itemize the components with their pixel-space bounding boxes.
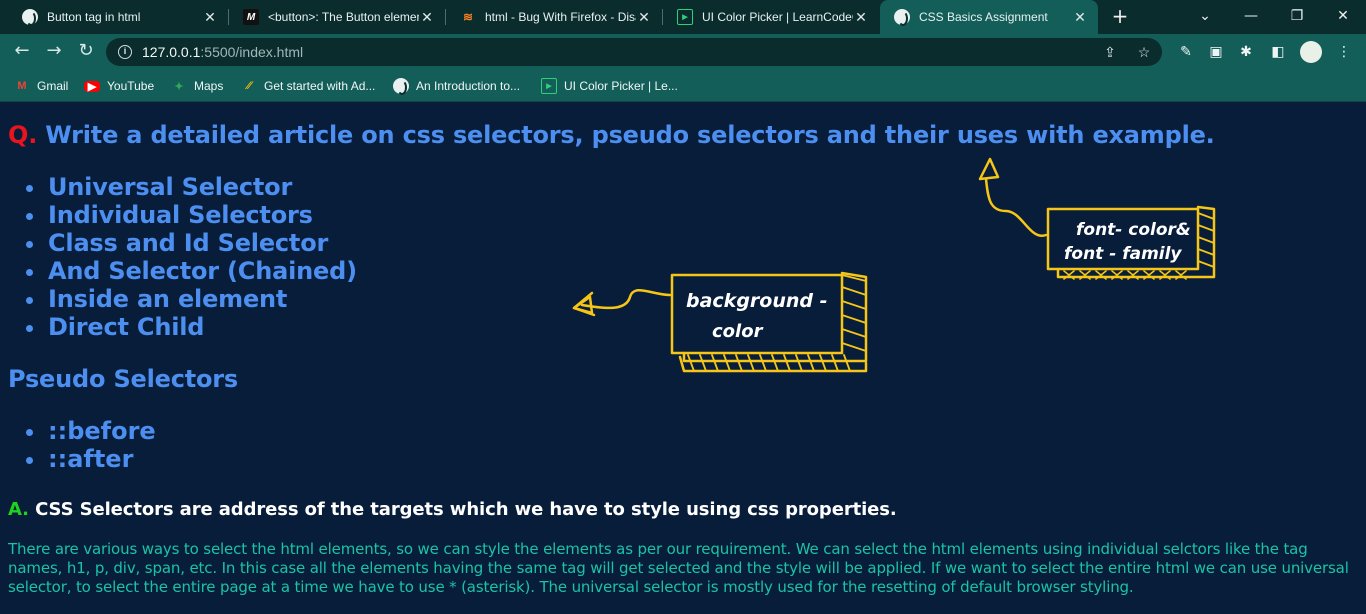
browser-toolbar: ← → ↻ i 127.0.0.1:5500/index.html ⇪ ☆ ✎ … xyxy=(0,34,1366,70)
bookmark-star-icon[interactable]: ☆ xyxy=(1134,44,1154,60)
back-button[interactable]: ← xyxy=(10,40,34,64)
question-mark-label: Q. xyxy=(8,121,38,149)
pseudo-selectors-heading: Pseudo Selectors xyxy=(8,365,239,393)
tab-color-picker[interactable]: ▶ UI Color Picker | LearnCodeOnline ✕ xyxy=(663,0,879,34)
extensions-puzzle-icon[interactable]: ✱ xyxy=(1236,43,1256,61)
tab-stackoverflow[interactable]: ≋ html - Bug With Firefox - Disable ✕ xyxy=(446,0,662,34)
close-icon[interactable]: ✕ xyxy=(636,9,652,26)
list-item: Individual Selectors xyxy=(24,201,357,229)
close-window-button[interactable]: ✕ xyxy=(1320,0,1366,34)
bookmark-google-ads[interactable]: ⁄⁄ Get started with Ad... xyxy=(241,77,375,95)
bookmark-label: Maps xyxy=(194,79,224,93)
bookmark-maps[interactable]: ✦ Maps xyxy=(171,77,223,95)
list-item: And Selector (Chained) xyxy=(24,257,357,285)
learncodeonline-icon: ▶ xyxy=(541,78,557,94)
tab-title: html - Bug With Firefox - Disable xyxy=(485,10,636,24)
answer-mark-label: A. xyxy=(8,499,29,520)
site-info-icon[interactable]: i xyxy=(118,45,132,59)
list-item: ::after xyxy=(24,445,156,473)
background-color-annotation: background - color xyxy=(572,271,868,373)
explanation-paragraph: There are various ways to select the htm… xyxy=(8,540,1349,596)
font-annotation-line1: font- color& xyxy=(1076,220,1191,240)
bookmark-label: UI Color Picker | Le... xyxy=(564,79,678,93)
google-ads-icon: ⁄⁄ xyxy=(247,80,251,92)
font-color-annotation: font- color& font - family xyxy=(978,157,1216,280)
tab-title: <button>: The Button element xyxy=(268,10,419,24)
list-item: ::before xyxy=(24,417,156,445)
list-item: Direct Child xyxy=(24,313,357,341)
stackoverflow-icon: ≋ xyxy=(462,10,474,24)
bookmark-introduction[interactable]: An Introduction to... xyxy=(393,77,520,95)
share-icon[interactable]: ⇪ xyxy=(1100,44,1120,60)
question-heading: Q. Write a detailed article on css selec… xyxy=(8,121,1215,149)
forward-button[interactable]: → xyxy=(42,40,66,64)
tab-title: Button tag in html xyxy=(47,10,141,24)
reload-button[interactable]: ↻ xyxy=(74,40,98,64)
bookmark-youtube[interactable]: ▶ YouTube xyxy=(84,77,154,95)
close-icon[interactable]: ✕ xyxy=(419,9,435,26)
minimize-button[interactable]: — xyxy=(1228,0,1274,34)
list-item: Inside an element xyxy=(24,285,357,313)
background-annotation-line2: color xyxy=(712,321,764,342)
restore-button[interactable]: ❐ xyxy=(1274,0,1320,34)
close-icon[interactable]: ✕ xyxy=(853,9,869,26)
question-text: Write a detailed article on css selector… xyxy=(37,121,1215,149)
close-icon[interactable]: ✕ xyxy=(1072,9,1088,26)
globe-icon xyxy=(894,9,910,26)
answer-heading: A. CSS Selectors are address of the targ… xyxy=(8,499,897,520)
list-item: Class and Id Selector xyxy=(24,229,357,257)
tab-strip: Button tag in html ✕ M <button>: The But… xyxy=(0,0,1366,34)
tab-mdn-button[interactable]: M <button>: The Button element ✕ xyxy=(229,0,445,34)
bookmark-ui-color-picker[interactable]: ▶ UI Color Picker | Le... xyxy=(541,77,678,95)
tab-search-icon[interactable]: ⌄ xyxy=(1182,0,1228,34)
selectors-list: Universal Selector Individual Selectors … xyxy=(24,173,357,341)
list-item: Universal Selector xyxy=(24,173,357,201)
tab-title: CSS Basics Assignment xyxy=(919,10,1048,24)
gmail-icon: M xyxy=(17,80,27,92)
tab-button-tag[interactable]: Button tag in html ✕ xyxy=(8,0,228,34)
bookmark-label: YouTube xyxy=(107,79,155,93)
new-tab-button[interactable]: + xyxy=(1108,5,1132,29)
tab-css-basics[interactable]: CSS Basics Assignment ✕ xyxy=(880,0,1098,34)
maps-icon: ✦ xyxy=(174,80,184,93)
url-path: :5500/index.html xyxy=(200,44,304,60)
background-annotation-line1: background - xyxy=(686,290,828,312)
bookmark-gmail[interactable]: M Gmail xyxy=(14,77,68,95)
tab-title: UI Color Picker | LearnCodeOnline xyxy=(702,10,853,24)
youtube-icon: ▶ xyxy=(84,80,100,93)
side-panel-icon[interactable]: ◧ xyxy=(1268,43,1288,61)
answer-text: CSS Selectors are address of the targets… xyxy=(28,499,897,520)
url-host: 127.0.0.1 xyxy=(142,44,201,60)
profile-avatar[interactable] xyxy=(1300,41,1322,63)
font-annotation-line2: font - family xyxy=(1064,244,1182,264)
mdn-icon: M xyxy=(243,9,259,25)
close-icon[interactable]: ✕ xyxy=(202,9,218,26)
address-bar[interactable]: i 127.0.0.1:5500/index.html ⇪ ☆ xyxy=(106,38,1162,66)
globe-icon xyxy=(393,78,409,95)
bookmarks-bar: M Gmail ▶ YouTube ✦ Maps ⁄⁄ Get started … xyxy=(0,70,1366,102)
extension-printer-icon[interactable]: ▣ xyxy=(1206,43,1226,61)
extension-pen-icon[interactable]: ✎ xyxy=(1176,43,1196,61)
bookmark-label: Get started with Ad... xyxy=(264,79,376,93)
pseudo-selectors-list: ::before ::after xyxy=(24,417,156,473)
bookmark-label: An Introduction to... xyxy=(416,79,521,93)
bookmark-label: Gmail xyxy=(37,79,69,93)
page-viewport: Q. Write a detailed article on css selec… xyxy=(0,103,1366,614)
globe-icon xyxy=(22,9,38,26)
learncodeonline-icon: ▶ xyxy=(677,9,693,25)
menu-kebab-icon[interactable]: ⋮ xyxy=(1334,43,1354,61)
